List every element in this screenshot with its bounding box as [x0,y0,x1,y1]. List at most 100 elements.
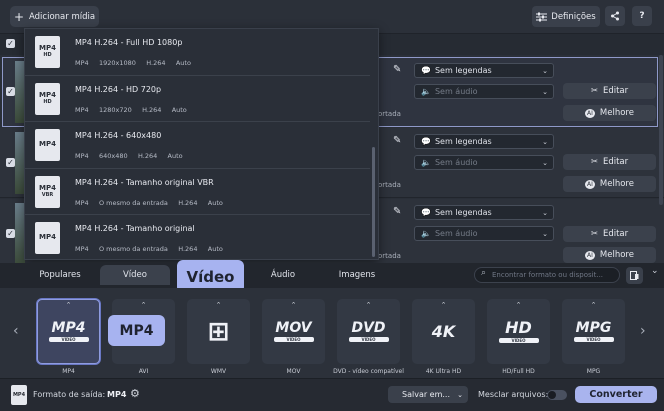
enhance-button[interactable]: AI Melhore [563,247,656,263]
format-label: MP4 [62,368,75,375]
speech-bubble-icon: 💬 [421,137,431,146]
subtitle-value: Sem legendas [434,66,492,75]
enhance-label: Melhore [599,250,634,260]
chevron-down-icon: ⌄ [542,230,548,238]
chevron-down-icon: ⌄ [542,67,548,75]
preset-item[interactable]: MP4 HD MP4 H.264 - HD 720p MP4 1280x720 H… [25,76,370,122]
chevron-up-icon: ⌃ [365,301,372,309]
edit-button[interactable]: ✂ Editar [563,226,656,242]
audio-value: Sem áudio [434,158,478,167]
preset-meta: MP4 1920x1080 H.264 Auto [75,59,191,67]
preset-title: MP4 H.264 - Tamanho original [75,224,195,233]
pencil-icon[interactable]: ✎ [393,64,401,75]
mp4-logo-icon: MP4 VIDEO [48,321,89,342]
enhance-button[interactable]: AI Melhore [563,105,656,121]
popup-scrollbar[interactable] [372,147,375,257]
select-all-checkbox[interactable]: ✓ [6,39,15,48]
subtitle-value: Sem legendas [434,208,492,217]
output-format-label: Formato de saída: [33,390,106,399]
crop-note: ortada [378,110,401,118]
mp4-file-icon: MP4 HD [35,36,60,68]
speaker-icon: 🔈 [421,229,431,238]
chevron-down-icon: ⌄ [542,138,548,146]
subtitle-dropdown[interactable]: 💬 Sem legendas ⌄ [414,134,554,149]
edit-button[interactable]: ✂ Editar [563,83,656,99]
device-detect-button[interactable] [626,267,643,284]
add-media-button[interactable]: + Adicionar mídia [10,6,99,27]
save-to-dropdown[interactable]: Salvar em... ⌄ [388,386,468,403]
format-label: 4K Ultra HD [425,368,462,375]
preset-title: MP4 H.264 - Full HD 1080p [75,38,183,47]
chevron-down-icon: ⌄ [542,209,548,217]
tab-imagens[interactable]: Imagens [324,265,390,285]
audio-dropdown[interactable]: 🔈 Sem áudio ⌄ [414,226,554,241]
preset-meta: MP4 640x480 H.264 Auto [75,152,183,160]
output-format-value: MP4 [107,390,127,399]
settings-label: Definições [551,11,596,22]
file-checkbox[interactable]: ✓ [6,87,15,96]
chevron-left-icon[interactable]: ‹ [13,323,19,339]
chevron-down-icon: ⌄ [542,88,548,96]
tab-video[interactable]: Vídeo [100,265,170,285]
preset-popup: MP4 HD MP4 H.264 - Full HD 1080p MP4 1920… [24,28,379,260]
ai-icon: AI [585,179,595,189]
preset-item[interactable]: MP4 HD MP4 H.264 - Full HD 1080p MP4 1920… [25,29,370,76]
chevron-up-icon: ⌃ [140,301,147,309]
mp4-file-icon: MP4 HD [35,82,60,115]
preset-item[interactable]: MP4 MP4 H.264 - Tamanho original MP4 O m… [25,215,370,262]
tab-audio[interactable]: Áudio [250,265,316,285]
pencil-icon[interactable]: ✎ [393,206,401,217]
edit-label: Editar [602,157,629,167]
help-button[interactable]: ? [632,6,652,26]
file-checkbox[interactable]: ✓ [6,158,15,167]
edit-label: Editar [602,229,629,239]
scissors-icon: ✂ [590,229,598,239]
subtitle-dropdown[interactable]: 💬 Sem legendas ⌄ [414,205,554,220]
merge-toggle[interactable] [547,390,567,400]
audio-dropdown[interactable]: 🔈 Sem áudio ⌄ [414,84,554,99]
format-label: DVD - vídeo compatível [333,368,404,375]
save-label: Salvar em... [402,390,451,399]
speech-bubble-icon: 💬 [421,208,431,217]
audio-value: Sem áudio [434,229,478,238]
mp4-file-icon: MP4 VBR [35,175,60,208]
file-checkbox[interactable]: ✓ [6,229,15,238]
mov-logo-icon: MOV VIDEO [273,320,314,342]
subtitle-dropdown[interactable]: 💬 Sem legendas ⌄ [414,63,554,78]
crop-note: ortada [378,252,401,260]
crop-note: ortada [378,181,401,189]
sliders-icon [536,12,548,21]
speaker-icon: 🔈 [421,158,431,167]
collapse-chevron-icon[interactable]: ⌄ [651,266,659,276]
chevron-right-icon[interactable]: › [640,323,646,339]
convert-button[interactable]: Converter [575,386,657,403]
list-scrollbar[interactable] [659,55,663,205]
chevron-up-icon: ⌃ [590,301,597,309]
settings-button[interactable]: Definições [532,6,600,27]
enhance-button[interactable]: AI Melhore [563,176,656,192]
format-search-input[interactable]: Encontrar formato ou disposit... [474,267,620,283]
merge-label: Mesclar arquivos: [478,390,549,399]
preset-item[interactable]: MP4 MP4 H.264 - 640x480 MP4 640x480 H.26… [25,122,370,169]
subtitle-value: Sem legendas [434,137,492,146]
preset-meta: MP4 O mesmo da entrada H.264 Auto [75,198,223,207]
device-icon [630,271,639,280]
chevron-down-icon: ⌄ [542,159,548,167]
edit-button[interactable]: ✂ Editar [563,154,656,170]
mpg-logo-icon: MPG VIDEO [573,321,614,342]
pencil-icon[interactable]: ✎ [393,135,401,146]
scissors-icon: ✂ [590,157,598,167]
audio-dropdown[interactable]: 🔈 Sem áudio ⌄ [414,155,554,170]
add-media-label: Adicionar mídia [29,11,96,22]
plus-icon: + [13,9,24,24]
chevron-up-icon: ⌃ [290,301,297,309]
ai-icon: AI [585,108,595,118]
format-label: MOV [286,368,301,375]
share-button[interactable] [605,6,625,26]
mp4-file-icon: MP4 [35,222,60,254]
preset-item[interactable]: MP4 VBR MP4 H.264 - Tamanho original VBR … [25,169,370,215]
output-format-icon: MP4 [11,385,27,405]
gear-icon[interactable]: ⚙ [130,387,140,400]
tab-populares[interactable]: Populares [27,265,93,285]
chevron-up-icon: ⌃ [440,301,447,309]
